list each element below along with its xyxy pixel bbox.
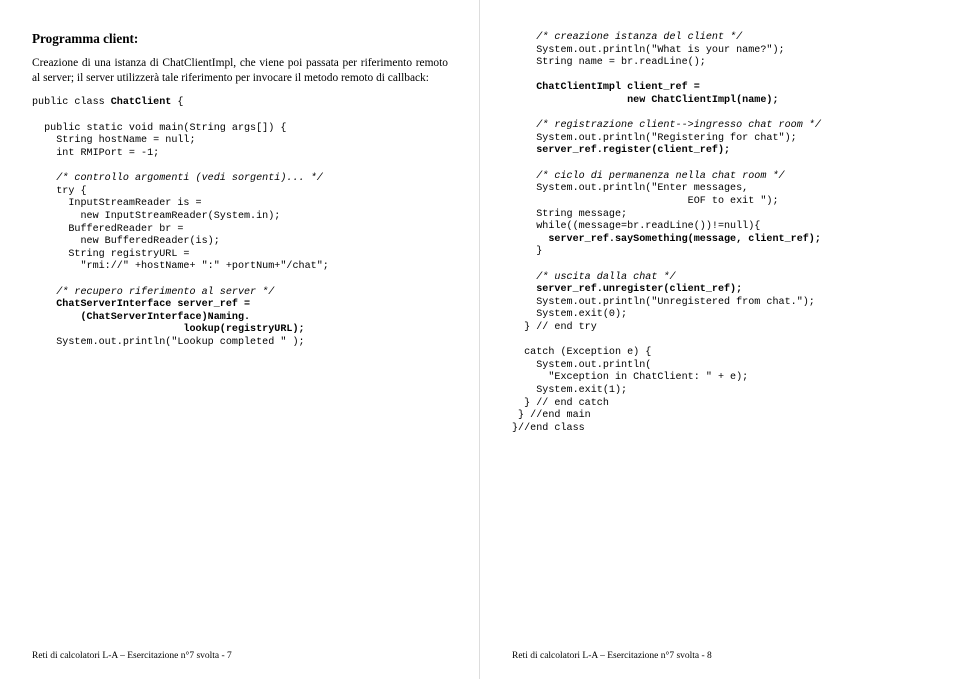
code-line: new BufferedReader(is); (32, 236, 220, 247)
code-line-bold: ChatServerInterface server_ref = (32, 299, 250, 310)
code-line: BufferedReader br = (32, 224, 183, 235)
code-line: System.exit(1); (512, 385, 627, 396)
left-code-block: public class ChatClient { public static … (32, 97, 448, 349)
code-line: String registryURL = (32, 249, 190, 260)
code-line: System.out.println("Lookup completed " )… (32, 337, 305, 348)
intro-paragraph: Creazione di una istanza di ChatClientIm… (32, 56, 448, 86)
code-line: System.out.println("Unregistered from ch… (512, 297, 815, 308)
code-comment: /* ciclo di permanenza nella chat room *… (512, 171, 785, 182)
code-line-bold: server_ref.register(client_ref); (512, 145, 730, 156)
section-heading: Programma client: (32, 30, 448, 48)
code-line: InputStreamReader is = (32, 198, 202, 209)
code-line-bold: ChatClientImpl client_ref = (512, 82, 700, 93)
code-line: catch (Exception e) { (512, 347, 651, 358)
code-comment: /* controllo argomenti (vedi sorgenti)..… (32, 173, 323, 184)
code-line-bold: server_ref.saySomething(message, client_… (512, 234, 821, 245)
code-line: System.out.println("Registering for chat… (512, 133, 797, 144)
code-line-bold: new ChatClientImpl(name); (512, 95, 779, 106)
code-line: } // end catch (512, 398, 609, 409)
right-page: /* creazione istanza del client */ Syste… (480, 0, 960, 679)
code-line: public class (32, 97, 111, 108)
code-line: System.out.println( (512, 360, 651, 371)
code-line-bold: lookup(registryURL); (32, 324, 305, 335)
code-line: String hostName = null; (32, 135, 196, 146)
code-line: } //end main (512, 410, 591, 421)
code-line: String message; (512, 209, 627, 220)
code-line: { (171, 97, 183, 108)
right-footer: Reti di calcolatori L-A – Esercitazione … (512, 651, 712, 661)
code-line: EOF to exit "); (512, 196, 779, 207)
code-line: }//end class (512, 423, 585, 434)
code-line: "Exception in ChatClient: " + e); (512, 372, 748, 383)
left-footer: Reti di calcolatori L-A – Esercitazione … (32, 651, 232, 661)
code-line: "rmi://" +hostName+ ":" +portNum+"/chat"… (32, 261, 329, 272)
code-comment: /* recupero riferimento al server */ (32, 287, 274, 298)
code-line: System.exit(0); (512, 309, 627, 320)
code-line-bold: (ChatServerInterface)Naming. (32, 312, 250, 323)
code-line: while((message=br.readLine())!=null){ (512, 221, 760, 232)
code-line: } (512, 246, 542, 257)
code-comment: /* creazione istanza del client */ (512, 32, 742, 43)
code-comment: /* uscita dalla chat */ (512, 272, 676, 283)
code-line: public static void main(String args[]) { (32, 123, 286, 134)
code-line: int RMIPort = -1; (32, 148, 159, 159)
code-line: } // end try (512, 322, 597, 333)
code-token-class: ChatClient (111, 97, 172, 108)
code-line-bold: server_ref.unregister(client_ref); (512, 284, 742, 295)
code-line: try { (32, 186, 87, 197)
code-line: String name = br.readLine(); (512, 57, 706, 68)
code-line: new InputStreamReader(System.in); (32, 211, 280, 222)
right-code-block: /* creazione istanza del client */ Syste… (512, 32, 928, 436)
left-page: Programma client: Creazione di una istan… (0, 0, 480, 679)
code-comment: /* registrazione client-->ingresso chat … (512, 120, 821, 131)
code-line: System.out.println("What is your name?")… (512, 45, 785, 56)
code-line: System.out.println("Enter messages, (512, 183, 748, 194)
